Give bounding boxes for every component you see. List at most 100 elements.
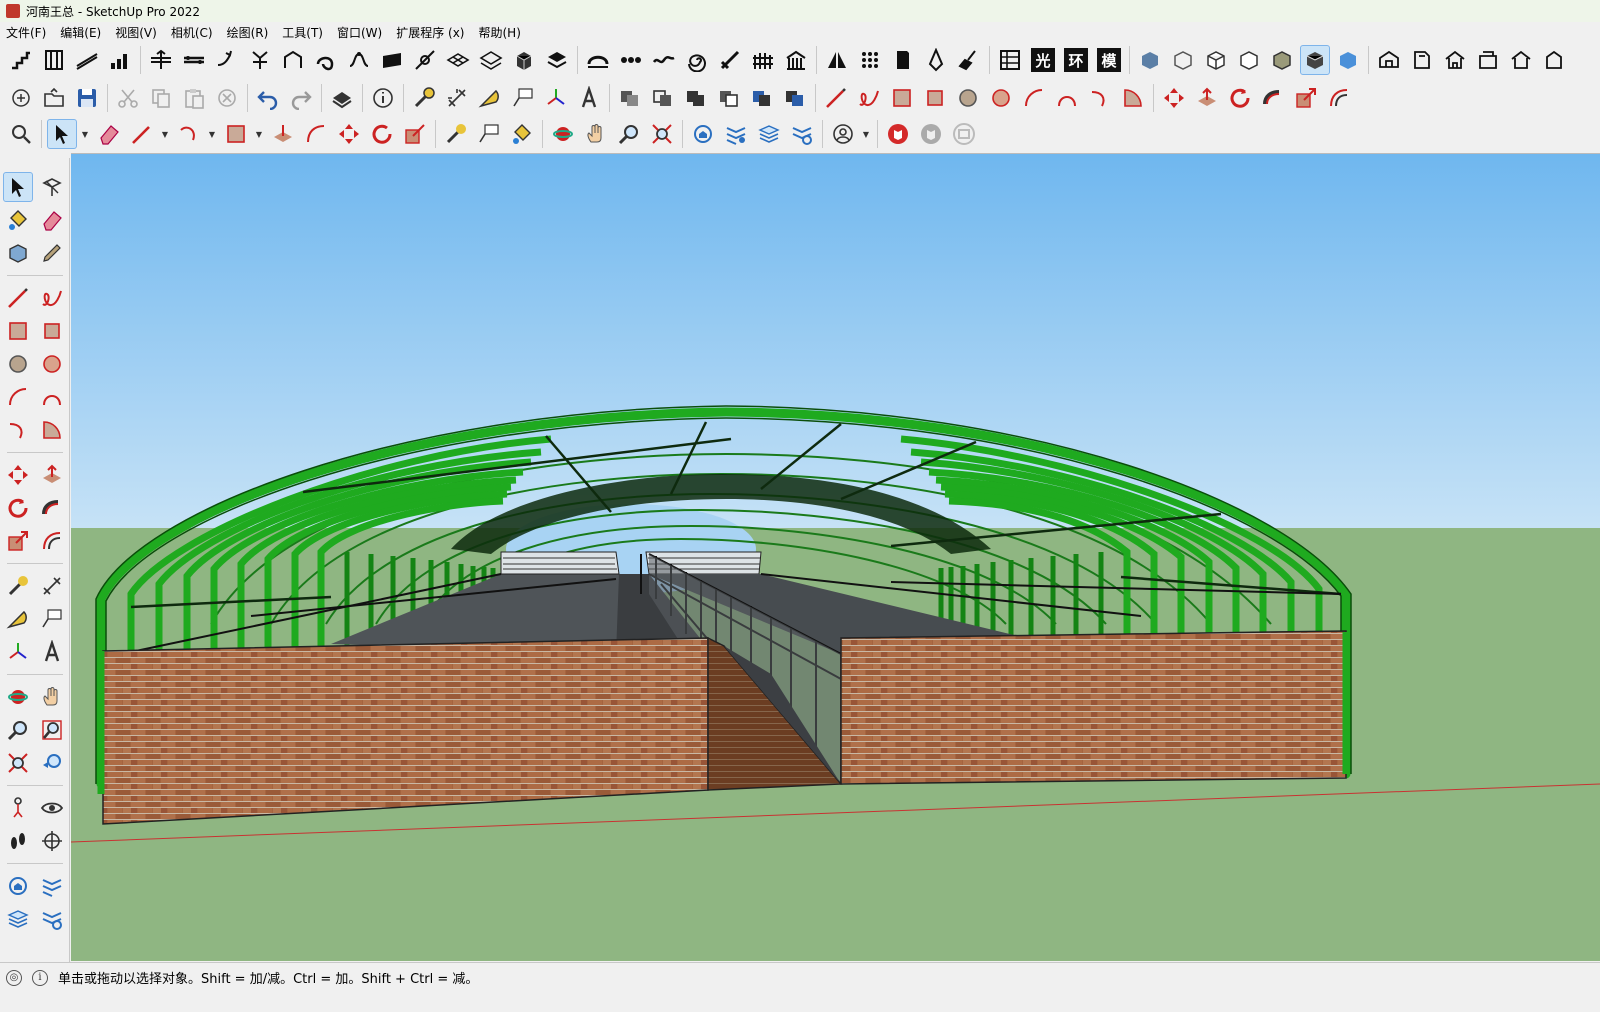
branch-icon[interactable] (245, 45, 275, 75)
tape-left-icon[interactable] (3, 571, 33, 601)
model-info-icon[interactable] (368, 83, 398, 113)
protractor-icon[interactable] (475, 83, 505, 113)
zoom-extents-icon[interactable] (647, 119, 677, 149)
freehand-icon[interactable] (854, 83, 884, 113)
dimension-icon[interactable] (442, 83, 472, 113)
menu-camera[interactable]: 相机(C) (171, 24, 213, 41)
front-view-icon[interactable] (1440, 45, 1470, 75)
paste-icon[interactable] (179, 83, 209, 113)
arc-tool-icon[interactable] (174, 119, 204, 149)
render-settings-icon[interactable] (916, 119, 946, 149)
delete-icon[interactable] (212, 83, 242, 113)
zoom-left-icon[interactable] (3, 715, 33, 745)
warehouse-left-icon[interactable] (3, 871, 33, 901)
new-file-icon[interactable] (6, 83, 36, 113)
wireframe-style-icon[interactable] (1168, 45, 1198, 75)
rectangle-icon[interactable] (887, 83, 917, 113)
text-2-icon[interactable] (474, 119, 504, 149)
union-icon[interactable] (681, 83, 711, 113)
follow-me-icon[interactable] (1258, 83, 1288, 113)
print-icon[interactable] (327, 83, 357, 113)
render-env-icon[interactable]: 环 (1061, 45, 1091, 75)
offset-2-icon[interactable] (301, 119, 331, 149)
menu-tools[interactable]: 工具(T) (282, 24, 323, 41)
push-pull-left-icon[interactable] (37, 460, 67, 490)
text-label-icon[interactable] (508, 83, 538, 113)
menu-help[interactable]: 帮助(H) (478, 24, 520, 41)
rotate-left-icon[interactable] (3, 493, 33, 523)
paint-tool-icon[interactable] (3, 205, 33, 235)
open-file-icon[interactable] (39, 83, 69, 113)
monochrome-style-icon[interactable] (1300, 45, 1330, 75)
rotated-rect-icon[interactable] (920, 83, 950, 113)
render-model-icon[interactable]: 模 (1094, 45, 1124, 75)
menu-edit[interactable]: 编辑(E) (60, 24, 101, 41)
3d-text-left-icon[interactable] (37, 637, 67, 667)
scale-icon[interactable] (1291, 83, 1321, 113)
pen-nib-icon[interactable] (921, 45, 951, 75)
left-view-icon[interactable] (1539, 45, 1569, 75)
cut-icon[interactable] (113, 83, 143, 113)
back-view-icon[interactable] (1506, 45, 1536, 75)
intersect-icon[interactable] (648, 83, 678, 113)
extensions-left-icon[interactable] (37, 871, 67, 901)
render-window-icon[interactable] (949, 119, 979, 149)
extension-manager-icon[interactable] (787, 119, 817, 149)
pie-left-icon[interactable] (37, 415, 67, 445)
previous-view-left-icon[interactable] (37, 748, 67, 778)
sample-paint-icon[interactable] (37, 238, 67, 268)
greenhouse-scene[interactable] (71, 154, 1600, 961)
arc-icon[interactable] (1019, 83, 1049, 113)
pan-left-icon[interactable] (37, 682, 67, 712)
loop-icon[interactable] (311, 45, 341, 75)
menu-file[interactable]: 文件(F) (6, 24, 46, 41)
three-point-arc-left-icon[interactable] (3, 415, 33, 445)
orbit-left-icon[interactable] (3, 682, 33, 712)
wall-split-icon[interactable] (146, 45, 176, 75)
zoom-icon[interactable] (614, 119, 644, 149)
save-icon[interactable] (72, 83, 102, 113)
bar-chart-icon[interactable] (105, 45, 135, 75)
shaded-style-icon[interactable] (1234, 45, 1264, 75)
layer-stack-icon[interactable] (542, 45, 572, 75)
model-viewport[interactable] (71, 153, 1600, 961)
move-icon[interactable] (1159, 83, 1189, 113)
layers-icon[interactable] (754, 119, 784, 149)
select-dropdown-icon[interactable]: ▼ (80, 119, 90, 149)
zoom-window-left-icon[interactable] (37, 715, 67, 745)
facade-icon[interactable] (781, 45, 811, 75)
rotated-rect-left-icon[interactable] (37, 316, 67, 346)
subtract-icon[interactable] (714, 83, 744, 113)
scale-2-icon[interactable] (400, 119, 430, 149)
three-point-arc-icon[interactable] (1085, 83, 1115, 113)
mirror-icon[interactable] (822, 45, 852, 75)
broom-icon[interactable] (954, 45, 984, 75)
menu-view[interactable]: 视图(V) (115, 24, 157, 41)
pie-icon[interactable] (1118, 83, 1148, 113)
column-icon[interactable] (39, 45, 69, 75)
shape-tool-icon[interactable] (221, 119, 251, 149)
eraser-tool-icon[interactable] (37, 205, 67, 235)
select-arrow-icon[interactable] (47, 119, 77, 149)
eraser-icon[interactable] (94, 119, 124, 149)
top-view-icon[interactable] (1407, 45, 1437, 75)
component-tool-icon[interactable] (37, 172, 67, 202)
layers-left-icon[interactable] (3, 904, 33, 934)
xray-blue-style-icon[interactable] (1333, 45, 1363, 75)
grid-plane-icon[interactable] (443, 45, 473, 75)
follow-me-left-icon[interactable] (37, 493, 67, 523)
account-dropdown-icon[interactable]: ▼ (861, 119, 871, 149)
rotate-2-icon[interactable] (367, 119, 397, 149)
hidden-line-style-icon[interactable] (1201, 45, 1231, 75)
arc-curve-icon[interactable] (583, 45, 613, 75)
position-camera-left-icon[interactable] (3, 793, 33, 823)
offset-icon[interactable] (1324, 83, 1354, 113)
iso-view-icon[interactable] (1374, 45, 1404, 75)
move-2-icon[interactable] (334, 119, 364, 149)
render-light-icon[interactable]: 光 (1028, 45, 1058, 75)
door-icon[interactable] (888, 45, 918, 75)
orbit-icon[interactable] (548, 119, 578, 149)
extension-manager-left-icon[interactable] (37, 904, 67, 934)
rectangle-left-icon[interactable] (3, 316, 33, 346)
line-left-icon[interactable] (3, 283, 33, 313)
